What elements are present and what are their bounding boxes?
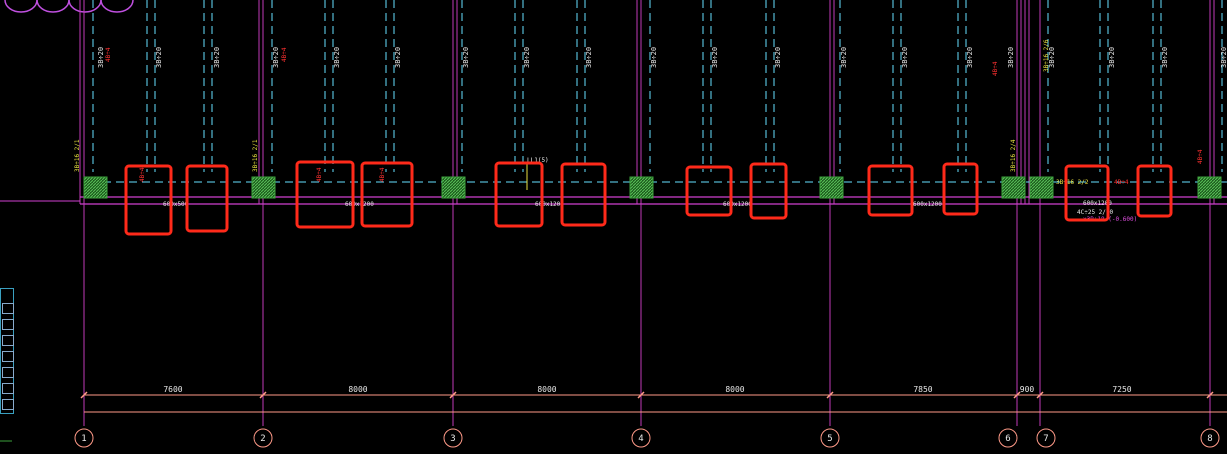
toolbar-cell[interactable] [2,367,14,378]
left-toolbar-panel[interactable] [0,288,14,414]
axis-bubble: 2 [253,428,273,448]
rebar-label: 3B÷20 [394,47,402,68]
dimension-label: 8000 [348,385,367,394]
toolbar-cell[interactable] [2,383,14,394]
side-label: 3B÷16 2/2 [1056,179,1089,186]
axis-bubble: 6 [998,428,1018,448]
side-label: 3B÷16 2/1 [252,139,259,172]
red-note: 4B÷4 [281,47,288,62]
beam-label: 600x1200 [723,201,752,208]
highlight-box [749,162,788,220]
axis-label: 1 [81,434,86,444]
rebar-label: 3B÷20 [650,47,658,68]
rebar-label: 3B÷20 [774,47,782,68]
axis-bubble: 4 [631,428,651,448]
rebar-label: 3B÷20 [1007,47,1015,68]
rebar-label: 3B÷20 [462,47,470,68]
highlight-box [360,161,414,228]
rebar-label: 3B÷20 [272,47,280,68]
highlight-box [1136,164,1173,218]
axis-label: 6 [1005,434,1010,444]
column [629,176,654,199]
axis-bubble: 5 [820,428,840,448]
rebar-label: 3B÷20 [1220,47,1227,68]
dimension-label: 7850 [913,385,932,394]
red-note: 4B÷4 [992,61,999,76]
highlight-box [185,164,229,233]
highlight-box [124,164,173,236]
dimension-label: 900 [1020,385,1035,394]
rebar-label: 3B÷20 [901,47,909,68]
axis-label: 8 [1207,434,1212,444]
dimension-label: 8000 [725,385,744,394]
dashed-rebar-lines [92,0,1223,172]
rebar-label: 3B÷20 [333,47,341,68]
highlight-box [942,162,979,216]
side-label: 3B÷16 2/1 [74,139,81,172]
beam-label: 600x1200 [345,201,374,208]
axis-bubbles: 1 2 3 4 5 6 7 8 [74,428,1220,448]
axis-bubble: 1 [74,428,94,448]
toolbar-cell[interactable] [2,303,14,314]
dimension-label: 7250 [1112,385,1131,394]
highlight-box [494,161,544,228]
axis-bubble: 3 [443,428,463,448]
highlight-box [867,164,914,217]
rebar-label: 3B÷20 [840,47,848,68]
rebar-label: 3B÷20 [155,47,163,68]
beam-label: 600x1200 [913,201,942,208]
toolbar-cell[interactable] [2,351,14,362]
red-note: 4B÷4 [316,167,323,182]
dimension-label: 8000 [537,385,556,394]
rebar-label: 3B÷20 [1108,47,1116,68]
column [1197,176,1222,199]
column [251,176,276,199]
dimension-label: 7600 [163,385,182,394]
column [1001,176,1026,199]
toolbar-cell[interactable] [2,319,14,330]
axis-label: 7 [1043,434,1048,444]
rebar-label: 3B÷20 [213,47,221,68]
side-label: 3B÷16 2/4 [1010,139,1017,172]
grid-axis-lines [83,204,1211,426]
column [83,176,108,199]
dimension-lines [80,391,1227,413]
axis-label: 5 [827,434,832,444]
axis-label: 3 [450,434,455,444]
red-note: 4B÷4 [1197,149,1204,164]
column [1029,176,1054,199]
highlight-box [560,162,607,227]
vertical-rebar-labels: 3B÷20 3B÷20 3B÷20 3B÷20 3B÷20 3B÷20 3B÷2… [97,47,1227,68]
rebar-label: 3B÷20 [585,47,593,68]
beam-label: 600x1200 [535,201,564,208]
cad-drawing-canvas[interactable]: 3B÷20 3B÷20 3B÷20 3B÷20 3B÷20 3B÷20 3B÷2… [0,0,1227,454]
column-grid-lines [79,0,1215,204]
red-note: 4B÷4 [105,47,112,62]
axis-bubble: 7 [1036,428,1056,448]
axis-label: 2 [260,434,265,444]
column [441,176,466,199]
rebar-label: 3B÷20 [966,47,974,68]
axis-bubble: 8 [1200,428,1220,448]
rebar-label: 3B÷20 [1161,47,1169,68]
column [819,176,844,199]
side-label: 3B÷16 2/6 [1043,39,1050,72]
beam-label: 600x500 [163,201,189,208]
rebar-label: 3B÷20 [711,47,719,68]
red-note: 4B÷4 [379,167,386,182]
toolbar-cell[interactable] [2,335,14,346]
dimension-texts: 7600 8000 8000 8000 7850 900 7250 [163,385,1131,394]
red-note: 4B÷4 [1114,179,1129,186]
columns [83,176,1222,199]
revision-cloud [4,0,134,13]
rebar-label: 3B÷20 [97,47,105,68]
red-note: 4B÷4 [139,167,146,182]
axis-label: 4 [638,434,643,444]
rebar-label: 3B÷20 [523,47,531,68]
red-top-notes: 4B÷4 4B÷4 4B÷4 [105,47,999,76]
toolbar-cell[interactable] [2,399,14,410]
